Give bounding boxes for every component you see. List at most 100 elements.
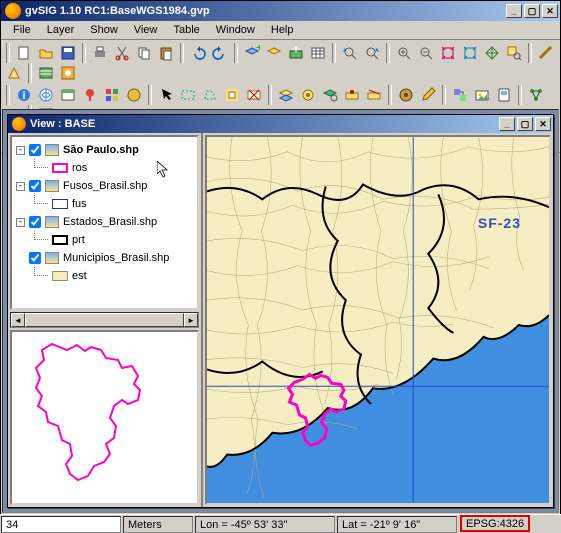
scroll-right-button[interactable]: ► [184, 313, 198, 327]
zoom-out-button[interactable] [416, 43, 436, 63]
layer-properties-button[interactable] [264, 43, 284, 63]
zoom-previous-button[interactable] [340, 43, 360, 63]
cut-button[interactable] [112, 43, 132, 63]
map-canvas[interactable]: SF-23 [205, 135, 551, 505]
layer-icon [45, 252, 59, 264]
app-titlebar: gvSIG 1.10 RC1:BaseWGS1984.gvp _ ▢ ✕ [1, 1, 560, 21]
overview-shape [12, 332, 197, 503]
network-button[interactable] [526, 85, 546, 105]
color-button[interactable] [124, 85, 144, 105]
info-button[interactable]: i [14, 85, 34, 105]
undo-button[interactable] [188, 43, 208, 63]
select-by-layer-button[interactable] [276, 85, 296, 105]
select-by-point-button[interactable] [342, 85, 362, 105]
menu-view[interactable]: View [126, 22, 166, 38]
toc-hscroll[interactable]: ◄ ► [10, 312, 199, 328]
scroll-left-button[interactable]: ◄ [11, 313, 25, 327]
menu-show[interactable]: Show [82, 22, 126, 38]
toc-layer-municipios[interactable]: Municipios_Brasil.shp [16, 249, 193, 267]
view-minimize-button[interactable]: _ [499, 117, 515, 131]
legend-swatch [52, 271, 68, 281]
transform-button[interactable] [450, 85, 470, 105]
zoom-next-button[interactable] [362, 43, 382, 63]
clear-selection-button[interactable] [244, 85, 264, 105]
layer-label[interactable]: Fusos_Brasil.shp [63, 180, 147, 192]
print-layout-button[interactable] [494, 85, 514, 105]
measure-area-button[interactable] [4, 63, 24, 83]
layer-visible-checkbox[interactable] [29, 144, 41, 156]
zoom-full-button[interactable] [438, 43, 458, 63]
tree-collapse-icon[interactable]: - [16, 182, 25, 191]
svg-text:i: i [22, 90, 25, 102]
paste-button[interactable] [156, 43, 176, 63]
copy-button[interactable] [134, 43, 154, 63]
pan-button[interactable] [482, 43, 502, 63]
toc-legend-est: est [16, 267, 193, 285]
window-buttons: _ ▢ ✕ [506, 4, 558, 18]
select-by-theme-button[interactable] [320, 85, 340, 105]
hyperlink-button[interactable] [36, 85, 56, 105]
layer-icon [45, 180, 59, 192]
select-rect-button[interactable] [178, 85, 198, 105]
view-window: View : BASE _ ▢ ✕ - São Paulo.shp [7, 114, 554, 508]
new-project-button[interactable] [14, 43, 34, 63]
zoom-selection-button[interactable] [504, 43, 524, 63]
zoom-layer-button[interactable] [460, 43, 480, 63]
scale-input[interactable] [1, 516, 121, 533]
save-button[interactable] [58, 43, 78, 63]
table-button[interactable] [308, 43, 328, 63]
edit-button[interactable] [418, 85, 438, 105]
toc-layer-fusos[interactable]: - Fusos_Brasil.shp [16, 177, 193, 195]
view-maximize-button[interactable]: ▢ [517, 117, 533, 131]
redo-button[interactable] [210, 43, 230, 63]
layer-label[interactable]: Estados_Brasil.shp [63, 216, 157, 228]
lon-cell: Lon = -45º 53' 33" [195, 516, 335, 533]
toc-legend-ros: ros [16, 159, 193, 177]
tree-collapse-icon[interactable]: - [16, 146, 25, 155]
menu-layer[interactable]: Layer [39, 22, 83, 38]
legend-swatch [52, 199, 68, 209]
zoom-in-button[interactable] [394, 43, 414, 63]
catalog-button[interactable] [58, 63, 78, 83]
layer-visible-checkbox[interactable] [29, 180, 41, 192]
menu-window[interactable]: Window [208, 22, 263, 38]
attributes-button[interactable] [58, 85, 78, 105]
pointer-button[interactable] [156, 85, 176, 105]
layer-visible-checkbox[interactable] [29, 216, 41, 228]
map-svg [207, 137, 549, 503]
navtable-button[interactable] [36, 63, 56, 83]
view-close-button[interactable]: ✕ [535, 117, 551, 131]
export-image-button[interactable] [472, 85, 492, 105]
overview-map[interactable] [10, 330, 199, 505]
maximize-button[interactable]: ▢ [524, 4, 540, 18]
app-icon [5, 3, 21, 19]
open-button[interactable] [36, 43, 56, 63]
close-button[interactable]: ✕ [542, 4, 558, 18]
toc-layer-estados[interactable]: - Estados_Brasil.shp [16, 213, 193, 231]
layer-visible-checkbox[interactable] [29, 252, 41, 264]
legend-label: est [72, 270, 87, 282]
layer-label[interactable]: Municipios_Brasil.shp [63, 252, 169, 264]
geoprocess-button[interactable] [396, 85, 416, 105]
layer-toc[interactable]: - São Paulo.shp ros - Fusos_B [10, 135, 199, 310]
menu-help[interactable]: Help [263, 22, 302, 38]
select-by-buffer-button[interactable] [298, 85, 318, 105]
menu-table[interactable]: Table [165, 22, 207, 38]
invert-selection-button[interactable] [222, 85, 242, 105]
layer-icon [45, 144, 59, 156]
menu-file[interactable]: File [5, 22, 39, 38]
locator-button[interactable] [80, 85, 100, 105]
export-button[interactable] [286, 43, 306, 63]
theme-button[interactable] [102, 85, 122, 105]
select-poly-button[interactable] [200, 85, 220, 105]
scroll-thumb[interactable] [25, 313, 184, 327]
print-button[interactable] [90, 43, 110, 63]
minimize-button[interactable]: _ [506, 4, 522, 18]
select-by-line-button[interactable] [364, 85, 384, 105]
view-titlebar[interactable]: View : BASE _ ▢ ✕ [8, 115, 553, 133]
layer-label[interactable]: São Paulo.shp [63, 144, 139, 156]
add-layer-button[interactable]: + [242, 43, 262, 63]
measure-dist-button[interactable] [536, 43, 556, 63]
tree-collapse-icon[interactable]: - [16, 218, 25, 227]
toc-layer-sao-paulo[interactable]: - São Paulo.shp [16, 141, 193, 159]
